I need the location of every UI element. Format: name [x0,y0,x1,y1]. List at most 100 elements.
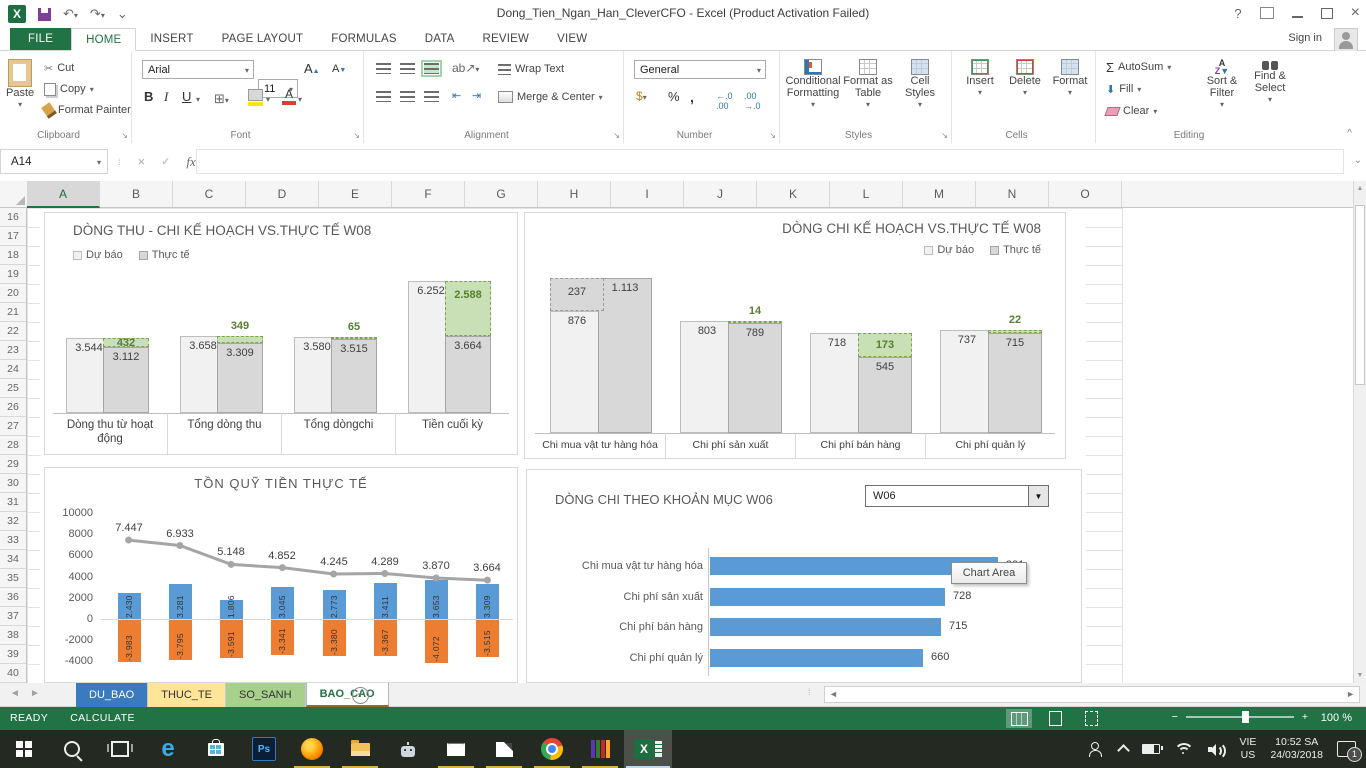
sheet-nav-left-icon[interactable]: ◄ [10,688,20,699]
taskbar-mail[interactable] [432,730,480,768]
increase-decimal-icon[interactable]: ←.0.00 [716,91,733,111]
task-view-button[interactable] [96,730,144,768]
find-select-button[interactable]: Find & Select▾ [1248,59,1292,106]
increase-indent-icon[interactable]: ⇥ [472,89,481,102]
zoom-out-icon[interactable]: − [1172,711,1178,723]
row-header-23[interactable]: 23 [0,341,26,360]
page-break-view-button[interactable] [1078,709,1104,728]
taskbar-edge[interactable]: e [144,730,192,768]
font-color-button[interactable]: A [282,87,296,105]
language-indicator[interactable]: VIEUS [1240,736,1257,762]
shrink-font-button[interactable]: A▼ [332,63,346,75]
accounting-format-icon[interactable]: $▾ [636,89,647,103]
vertical-scroll-thumb[interactable] [1355,205,1365,385]
people-icon[interactable] [1089,742,1105,756]
column-header-C[interactable]: C [173,181,246,207]
spend-bar[interactable] [710,618,941,636]
column-header-E[interactable]: E [319,181,392,207]
speaker-icon[interactable] [1208,743,1226,756]
column-header-H[interactable]: H [538,181,611,207]
row-header-24[interactable]: 24 [0,360,26,379]
grip-dots-icon[interactable]: ⁞ [118,157,122,167]
taskbar-video-app[interactable] [480,730,528,768]
chart-ton-quy-tien[interactable]: TỒN QUỸ TIỀN THỰC TẾ10000800060004000200… [44,467,518,683]
merge-center-button[interactable]: Merge & Center▾ [498,89,603,105]
font-name-combo[interactable]: Arial▾ [142,60,254,79]
chart-chi-plan-vs-actual[interactable]: DÒNG CHI KẾ HOẠCH VS.THỰC TẾ W08Dự báoTh… [524,212,1066,459]
bar-forecast[interactable] [550,311,604,433]
bar-actual[interactable] [598,278,652,433]
fill-color-button[interactable] [248,89,263,106]
borders-button[interactable]: ⊞▾ [214,91,229,107]
clipboard-dialog-launcher-icon[interactable]: ↘ [121,131,128,140]
row-header-26[interactable]: 26 [0,398,26,417]
bottom-align-icon[interactable] [424,63,439,74]
tab-insert[interactable]: INSERT [136,28,207,50]
horizontal-scrollbar[interactable]: ◄ ► [824,686,1360,703]
collapse-ribbon-icon[interactable]: ^ [1347,128,1352,139]
tab-review[interactable]: REVIEW [469,28,544,50]
decrease-decimal-icon[interactable]: .00→.0 [744,91,761,111]
fill-color-dropdown-icon[interactable]: ▾ [266,95,270,104]
show-hidden-icons-chevron[interactable] [1117,744,1130,757]
tab-home[interactable]: HOME [71,28,136,51]
row-header-33[interactable]: 33 [0,531,26,550]
minimize-icon[interactable] [1292,16,1303,18]
week-selector-dropdown[interactable]: W06▼ [865,485,1049,507]
row-header-34[interactable]: 34 [0,550,26,569]
delete-cells-button[interactable]: Delete▾ [1004,59,1046,99]
restore-icon[interactable] [1321,8,1333,19]
column-header-F[interactable]: F [392,181,465,207]
font-dialog-launcher-icon[interactable]: ↘ [353,131,360,140]
middle-align-icon[interactable] [400,63,415,74]
sheet-tab-so_sanh[interactable]: SO_SANH [226,683,306,707]
taskbar-robot-app[interactable] [384,730,432,768]
row-header-35[interactable]: 35 [0,569,26,588]
column-header-B[interactable]: B [100,181,173,207]
tab-splitter-grip[interactable]: ⁞ [808,687,812,697]
format-as-table-button[interactable]: Format as Table▾ [842,59,894,111]
battery-icon[interactable] [1142,744,1160,754]
row-header-16[interactable]: 16 [0,208,26,227]
align-right-icon[interactable] [424,91,439,102]
row-header-21[interactable]: 21 [0,303,26,322]
tab-page-layout[interactable]: PAGE LAYOUT [208,28,318,50]
insert-function-icon[interactable]: fx [186,154,195,170]
orientation-icon[interactable]: ab↗▾ [452,61,479,75]
diff-block[interactable] [331,337,377,339]
row-header-28[interactable]: 28 [0,436,26,455]
taskbar-search-button[interactable] [48,730,96,768]
name-box[interactable]: A14 ▾ [0,149,108,174]
autosum-button[interactable]: Σ AutoSum▾ [1106,59,1171,75]
column-header-L[interactable]: L [830,181,903,207]
formula-input[interactable] [196,149,1344,174]
top-align-icon[interactable] [376,63,391,74]
column-header-D[interactable]: D [246,181,319,207]
row-header-31[interactable]: 31 [0,493,26,512]
chart-thu-chi-plan-vs-actual[interactable]: DÒNG THU - CHI KẾ HOẠCH VS.THỰC TẾ W08Dự… [44,212,518,455]
column-header-M[interactable]: M [903,181,976,207]
sign-in-link[interactable]: Sign in [1288,32,1322,44]
row-header-25[interactable]: 25 [0,379,26,398]
percent-style-icon[interactable]: % [668,89,680,104]
align-left-icon[interactable] [376,91,391,102]
spend-bar[interactable] [710,649,923,667]
zoom-slider-thumb[interactable] [1242,711,1249,723]
row-header-39[interactable]: 39 [0,645,26,664]
zoom-in-icon[interactable]: + [1302,711,1308,723]
row-header-18[interactable]: 18 [0,246,26,265]
italic-button[interactable]: I [164,89,168,105]
bar-forecast[interactable] [680,321,734,433]
cancel-icon[interactable]: × [138,154,146,169]
sheet-tab-du_bao[interactable]: DU_BAO [76,683,148,707]
zoom-level[interactable]: 100 % [1321,712,1352,724]
column-header-G[interactable]: G [465,181,538,207]
legend-item[interactable]: Dự báo [924,244,974,256]
diff-block[interactable] [728,321,782,323]
column-header-O[interactable]: O [1049,181,1122,207]
sheet-tab-thuc_te[interactable]: THUC_TE [148,683,226,707]
row-header-29[interactable]: 29 [0,455,26,474]
new-sheet-button[interactable]: + [352,687,369,704]
row-header-17[interactable]: 17 [0,227,26,246]
expand-formula-bar-icon[interactable]: ⌄ [1354,155,1362,166]
